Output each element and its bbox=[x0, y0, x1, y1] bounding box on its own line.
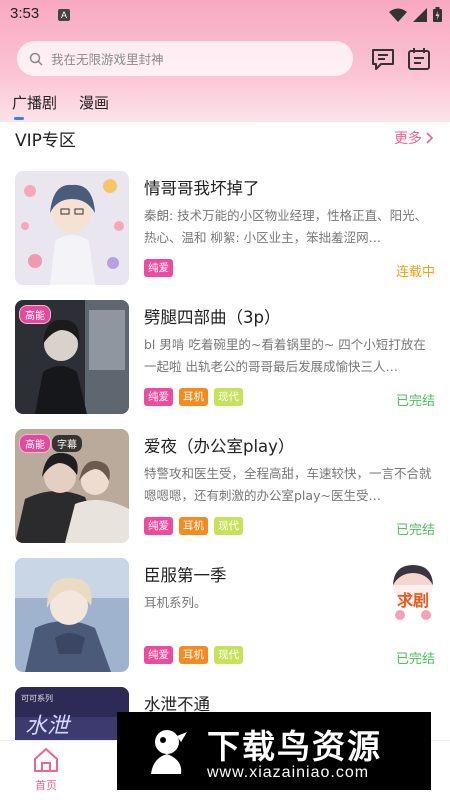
tag: 纯爱 bbox=[144, 517, 173, 535]
list-item[interactable]: 高能 劈腿四部曲（3p） bl 男啃 吃着碗里的~看着锅里的~ 四个小短打放在一… bbox=[15, 300, 435, 415]
chevron-right-icon bbox=[426, 132, 434, 144]
item-title: 爱夜（办公室play） bbox=[144, 437, 295, 456]
tag: 纯爱 bbox=[144, 646, 173, 664]
cover-image bbox=[15, 558, 129, 672]
tag-row: 纯爱 耳机 现代 bbox=[144, 388, 243, 406]
badge: 高能 bbox=[19, 305, 51, 324]
item-description: 特警攻和医生受，全程高甜，车速较快，一言不合就嗯嗯嗯，还有刺激的办公室play~… bbox=[144, 466, 432, 503]
list-item[interactable]: 情哥哥我坏掉了 秦朗: 技术万能的小区物业经理，性格正直、阳光、热心、温和 柳絮… bbox=[15, 171, 435, 286]
home-icon bbox=[34, 748, 58, 772]
tag: 耳机 bbox=[179, 646, 208, 664]
watermark-text: 下载鸟资源 bbox=[207, 727, 382, 766]
tab-active-indicator bbox=[14, 117, 24, 120]
more-label: 更多 bbox=[394, 131, 422, 147]
tag: 耳机 bbox=[179, 388, 208, 406]
status-time: 3:53 bbox=[10, 5, 40, 22]
cover-series-label: 可可系列 bbox=[21, 693, 53, 703]
battery-icon bbox=[433, 7, 442, 22]
item-title: 劈腿四部曲（3p） bbox=[144, 308, 281, 327]
item-title: 情哥哥我坏掉了 bbox=[144, 179, 260, 198]
tab-comics[interactable]: 漫画 bbox=[79, 92, 109, 113]
tab-audio-drama[interactable]: 广播剧 bbox=[12, 92, 57, 113]
tag: 现代 bbox=[214, 388, 243, 406]
status-label: 已完结 bbox=[395, 394, 435, 409]
list-item[interactable]: 高能 字幕 爱夜（办公室play） 特警攻和医生受，全程高甜，车速较快，一言不合… bbox=[15, 429, 435, 544]
notification-icon: A bbox=[58, 9, 70, 21]
cover-image: 高能 字幕 bbox=[15, 429, 129, 543]
signal-icon bbox=[413, 7, 427, 22]
wifi-icon bbox=[389, 8, 407, 22]
bird-logo-icon bbox=[151, 730, 187, 774]
status-label: 已完结 bbox=[395, 523, 435, 538]
list-item[interactable]: 臣服第一季 耳机系列。 纯爱 耳机 现代 已完结 bbox=[15, 558, 435, 673]
watermark-overlay: 下载鸟资源 www.xiazainiao.com bbox=[117, 712, 431, 790]
request-drama-button[interactable]: 求剧 bbox=[386, 563, 440, 623]
badge: 字幕 bbox=[51, 434, 83, 453]
nav-home-label: 首页 bbox=[35, 779, 57, 792]
tag: 纯爱 bbox=[144, 388, 173, 406]
item-title: 臣服第一季 bbox=[144, 566, 227, 585]
search-icon bbox=[29, 52, 43, 66]
category-tabs: 广播剧 漫画 bbox=[12, 92, 109, 113]
more-link[interactable]: 更多 bbox=[394, 128, 434, 148]
tag: 现代 bbox=[214, 517, 243, 535]
request-drama-label: 求剧 bbox=[396, 591, 429, 610]
message-icon[interactable] bbox=[369, 45, 397, 73]
item-description: 秦朗: 技术万能的小区物业经理，性格正直、阳光、热心、温和 柳絮: 小区业主，笨… bbox=[144, 208, 428, 245]
nav-home[interactable]: 首页 bbox=[26, 747, 66, 793]
tag-row: 纯爱 bbox=[144, 259, 173, 277]
badge: 高能 bbox=[19, 434, 51, 453]
cover-title-art: 水泄 bbox=[25, 714, 72, 739]
tag: 现代 bbox=[214, 646, 243, 664]
cover-image bbox=[15, 171, 129, 285]
item-description: bl 男啃 吃着碗里的~看着锅里的~ 四个小短打放在一起啦 出轨老公的哥哥最后发… bbox=[144, 337, 426, 374]
status-label: 连载中 bbox=[395, 265, 435, 280]
section-title: VIP专区 bbox=[15, 131, 76, 151]
tag-row: 纯爱 耳机 现代 bbox=[144, 517, 243, 535]
status-bar: 3:53 A bbox=[0, 0, 450, 30]
calendar-icon[interactable] bbox=[405, 45, 433, 73]
cover-image: 高能 bbox=[15, 300, 129, 414]
status-icons bbox=[389, 7, 442, 22]
tag-row: 纯爱 耳机 现代 bbox=[144, 646, 243, 664]
search-placeholder: 我在无限游戏里封神 bbox=[51, 52, 164, 67]
watermark-url: www.xiazainiao.com bbox=[207, 764, 370, 781]
tag: 纯爱 bbox=[144, 259, 173, 277]
status-label: 已完结 bbox=[395, 652, 435, 667]
search-bar[interactable]: 我在无限游戏里封神 bbox=[17, 41, 353, 76]
tag: 耳机 bbox=[179, 517, 208, 535]
